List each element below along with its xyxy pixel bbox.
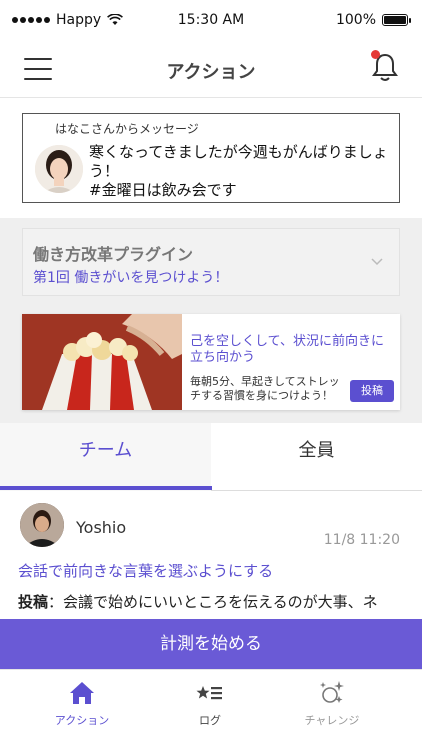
plugin-title: 働き方改革プラグイン [33,245,194,264]
message-card[interactable]: はなこさんからメッセージ 寒くなってきましたが今週もがんばりましょう！ #金曜日… [22,113,400,203]
message-sender: はなこさんからメッセージ [55,122,199,136]
post-body-text: ：会議で始めにいいところを伝えるのが大事、ネ [48,593,378,611]
avatar[interactable] [20,503,64,547]
sparkle-icon [320,681,344,703]
plugin-card[interactable]: 働き方改革プラグイン 第1回 働きがいを見つけよう！ [22,228,400,296]
feed-tabs: チーム 全員 [0,423,422,491]
message-text: 寒くなってきましたが今週もがんばりましょう！ #金曜日は飲み会です [89,143,388,199]
plugin-subtitle: 第1回 働きがいを見つけよう！ [33,270,229,286]
avatar [35,145,83,193]
post-body: 投稿：会議で始めにいいところを伝えるのが大事、ネ [18,590,408,614]
post-username[interactable]: Yoshio [76,518,126,537]
notification-button[interactable] [370,50,400,84]
challenge-card[interactable]: 己を空しくして、状況に前向きに立ち向かう 毎朝5分、早起きしてストレッチする習慣… [22,314,400,410]
challenge-description: 毎朝5分、早起きしてストレッチする習慣を身につけよう！ [190,375,340,402]
status-bar: Happy 15:30 AM 100% [0,0,422,42]
tab-all[interactable]: 全員 [211,423,422,491]
star-list-icon [196,686,222,700]
tab-bar-item-action[interactable]: アクション [22,678,142,728]
tab-bar-item-log[interactable]: ログ [150,678,270,728]
home-icon [70,682,94,704]
active-tab-indicator [0,486,212,490]
battery-percentage: 100% [335,12,376,28]
feed-post[interactable]: Yoshio 11/8 11:20 会話で前向きな言葉を選ぶようにする 投稿：会… [0,491,422,621]
post-timestamp: 11/8 11:20 [323,532,400,548]
bottom-tab-bar: アクション ログ チャレンジ [0,669,422,750]
battery-info: 100% [335,12,411,28]
unread-badge [371,50,380,59]
tab-bar-label: アクション [54,714,110,727]
start-measurement-button[interactable]: 計測を始める [0,619,422,669]
tab-team[interactable]: チーム [0,423,211,491]
post-button[interactable]: 投稿 [350,380,394,402]
tab-bar-label: ログ [199,714,221,727]
challenge-title: 己を空しくして、状況に前向きに立ち向かう [190,334,384,365]
battery-icon [382,14,411,26]
nav-bar: アクション [0,42,422,98]
page-title: アクション [166,62,256,83]
popcorn-image [22,314,182,410]
post-body-label: 投稿 [18,593,49,611]
tab-bar-item-challenge[interactable]: チャレンジ [272,678,392,728]
post-action-title[interactable]: 会話で前向きな言葉を選ぶようにする [18,560,273,581]
chevron-down-icon [371,258,383,266]
content-section: 働き方改革プラグイン 第1回 働きがいを見つけよう！ 己を空しくして、状況に前向… [0,218,422,423]
tab-bar-label: チャレンジ [304,714,360,727]
